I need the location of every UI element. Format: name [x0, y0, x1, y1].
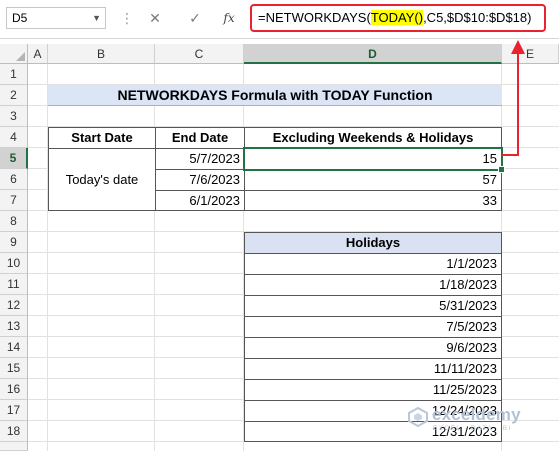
row-header-8[interactable]: 8 — [0, 211, 28, 232]
result-cell-active[interactable]: 15 — [243, 147, 503, 171]
cancel-icon[interactable]: ✕ — [144, 7, 166, 29]
formula-input[interactable]: =NETWORKDAYS(TODAY(),C5,$D$10:$D$18) — [250, 4, 546, 32]
holiday-cell[interactable]: 7/5/2023 — [244, 316, 502, 338]
formula-today-highlight: TODAY() — [370, 10, 424, 25]
holiday-cell[interactable]: 11/11/2023 — [244, 358, 502, 380]
holiday-cell[interactable]: 1/18/2023 — [244, 274, 502, 296]
row-header-14[interactable]: 14 — [0, 337, 28, 358]
drag-handle-icon[interactable]: ⋮ — [120, 7, 134, 29]
watermark-tagline: EXCEL · DATA · BI — [433, 425, 512, 432]
chevron-down-icon[interactable]: ▼ — [92, 8, 101, 28]
sheet-title[interactable]: NETWORKDAYS Formula with TODAY Function — [48, 85, 502, 106]
holiday-cell[interactable]: 1/1/2023 — [244, 253, 502, 275]
column-header-c[interactable]: C — [155, 44, 244, 64]
row-header-3[interactable]: 3 — [0, 106, 28, 127]
header-end-date[interactable]: End Date — [155, 127, 245, 149]
row-header-11[interactable]: 11 — [0, 274, 28, 295]
gridline — [154, 64, 155, 451]
result-cell[interactable]: 57 — [244, 169, 502, 191]
formula-bar: D5 ▼ ⋮ ✕ ✓ fx =NETWORKDAYS(TODAY(),C5,$D… — [0, 0, 559, 39]
holiday-cell[interactable]: 5/31/2023 — [244, 295, 502, 317]
name-box[interactable]: D5 ▼ — [6, 7, 106, 29]
row-header-2[interactable]: 2 — [0, 85, 28, 106]
column-header-d[interactable]: D — [244, 44, 502, 64]
insert-function-icon[interactable]: fx — [218, 7, 240, 29]
holidays-header[interactable]: Holidays — [244, 232, 502, 254]
result-cell[interactable]: 33 — [244, 190, 502, 211]
row-header-13[interactable]: 13 — [0, 316, 28, 337]
row-header-12[interactable]: 12 — [0, 295, 28, 316]
column-header-a[interactable]: A — [28, 44, 48, 64]
row-header-5[interactable]: 5 — [0, 148, 28, 169]
holiday-cell[interactable]: 9/6/2023 — [244, 337, 502, 359]
end-date-cell[interactable]: 5/7/2023 — [155, 148, 245, 170]
column-header-b[interactable]: B — [48, 44, 155, 64]
exceldemy-logo-icon — [408, 407, 428, 427]
row-header-17[interactable]: 17 — [0, 400, 28, 421]
holiday-cell[interactable]: 11/25/2023 — [244, 379, 502, 401]
row-header-4[interactable]: 4 — [0, 127, 28, 148]
row-header-1[interactable]: 1 — [0, 64, 28, 85]
row-header-15[interactable]: 15 — [0, 358, 28, 379]
fill-handle[interactable] — [498, 166, 505, 173]
select-all-button[interactable] — [0, 44, 28, 64]
row-header-7[interactable]: 7 — [0, 190, 28, 211]
formula-text-end: ,C5,$D$10:$D$18) — [423, 10, 532, 25]
row-header-6[interactable]: 6 — [0, 169, 28, 190]
end-date-cell[interactable]: 6/1/2023 — [155, 190, 245, 211]
column-header-e[interactable]: E — [502, 44, 559, 64]
row-header-18[interactable]: 18 — [0, 421, 28, 442]
formula-text-start: =NETWORKDAYS( — [258, 10, 371, 25]
watermark-name: exceldemy — [432, 405, 521, 424]
name-box-value: D5 — [12, 11, 28, 25]
row-header-19[interactable] — [0, 442, 28, 451]
row-header-10[interactable]: 10 — [0, 253, 28, 274]
start-date-cell[interactable]: Today's date — [48, 148, 156, 211]
row-header-16[interactable]: 16 — [0, 379, 28, 400]
header-excluding-weekends-holidays[interactable]: Excluding Weekends & Holidays — [244, 127, 502, 149]
end-date-cell[interactable]: 7/6/2023 — [155, 169, 245, 191]
row-header-9[interactable]: 9 — [0, 232, 28, 253]
header-start-date[interactable]: Start Date — [48, 127, 156, 149]
enter-icon[interactable]: ✓ — [184, 7, 206, 29]
gridline — [47, 64, 48, 451]
